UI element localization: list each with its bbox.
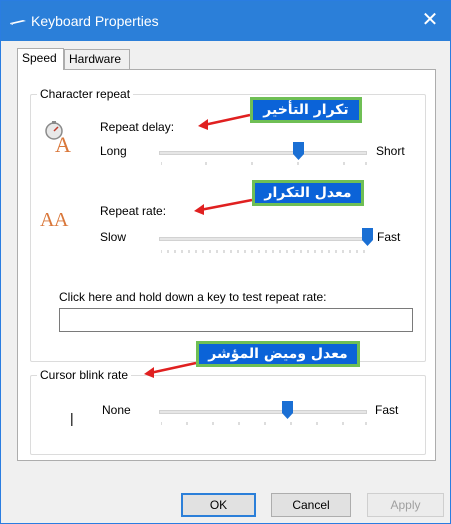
- tab-speed[interactable]: Speed: [17, 48, 64, 70]
- close-icon[interactable]: ✕: [410, 1, 450, 41]
- title-bar: Keyboard Properties ✕: [1, 1, 450, 41]
- blink-arrowhead: [144, 367, 154, 378]
- callout-repeat-rate: معدل التكرار: [252, 180, 364, 206]
- rate-arrow: [199, 198, 253, 212]
- delay-arrowhead: [198, 119, 208, 130]
- blink-arrow: [149, 361, 197, 375]
- callout-cursor-blink: معدل وميض المؤشر: [196, 341, 360, 367]
- window-title: Keyboard Properties: [31, 13, 159, 29]
- keyboard-app-icon: [10, 20, 26, 25]
- ok-button[interactable]: OK: [181, 493, 256, 517]
- keyboard-properties-window: Keyboard Properties ✕ Speed Hardware Cha…: [0, 0, 451, 524]
- callout-repeat-delay: تكرار التأخير: [250, 97, 362, 123]
- speed-tab-panel: Character repeat A Repeat delay: Long Sh…: [17, 69, 436, 461]
- tab-hardware[interactable]: Hardware: [64, 49, 130, 69]
- delay-arrow: [203, 113, 251, 127]
- annotation-arrows: [144, 113, 253, 378]
- cancel-button[interactable]: Cancel: [271, 493, 351, 517]
- apply-button[interactable]: Apply: [367, 493, 444, 517]
- rate-arrowhead: [194, 204, 204, 215]
